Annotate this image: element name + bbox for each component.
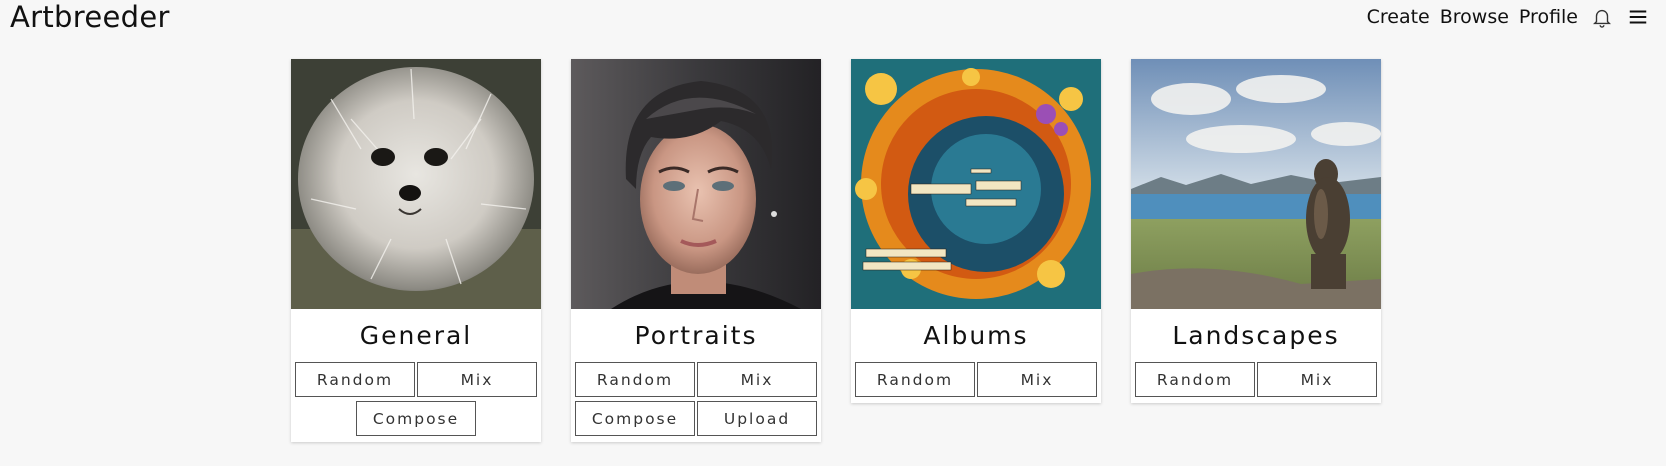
general-card-image[interactable] (291, 59, 541, 309)
card-actions: Random Mix Compose Upload (571, 362, 821, 440)
card-general: General Random Mix Compose (291, 59, 541, 442)
mix-button[interactable]: Mix (697, 362, 817, 397)
landscapes-card-image[interactable] (1131, 59, 1381, 309)
nav-profile[interactable]: Profile (1519, 4, 1578, 30)
bell-icon[interactable] (1590, 5, 1614, 29)
compose-button[interactable]: Compose (575, 401, 695, 436)
mix-button[interactable]: Mix (417, 362, 537, 397)
nav-create[interactable]: Create (1367, 4, 1430, 30)
random-button[interactable]: Random (855, 362, 975, 397)
card-actions: Random Mix (1131, 362, 1381, 401)
nav-browse[interactable]: Browse (1440, 4, 1509, 30)
card-title: Albums (923, 321, 1029, 350)
hamburger-menu-icon[interactable] (1626, 5, 1650, 29)
card-actions: Random Mix Compose (291, 362, 541, 440)
upload-button[interactable]: Upload (697, 401, 817, 436)
portraits-card-image[interactable] (571, 59, 821, 309)
card-title: General (359, 321, 473, 350)
main-nav: Create Browse Profile (1357, 4, 1650, 30)
card-title: Landscapes (1172, 321, 1340, 350)
albums-card-image[interactable] (851, 59, 1101, 309)
logo[interactable]: Artbreeder (10, 0, 170, 34)
top-bar: Artbreeder Create Browse Profile (0, 0, 1666, 40)
random-button[interactable]: Random (575, 362, 695, 397)
category-cards: General Random Mix Compose Portraits Ran… (291, 59, 1381, 442)
card-landscapes: Landscapes Random Mix (1131, 59, 1381, 403)
mix-button[interactable]: Mix (1257, 362, 1377, 397)
card-portraits: Portraits Random Mix Compose Upload (571, 59, 821, 442)
random-button[interactable]: Random (1135, 362, 1255, 397)
mix-button[interactable]: Mix (977, 362, 1097, 397)
card-actions: Random Mix (851, 362, 1101, 401)
compose-button[interactable]: Compose (356, 401, 476, 436)
card-title: Portraits (634, 321, 758, 350)
card-albums: Albums Random Mix (851, 59, 1101, 403)
random-button[interactable]: Random (295, 362, 415, 397)
